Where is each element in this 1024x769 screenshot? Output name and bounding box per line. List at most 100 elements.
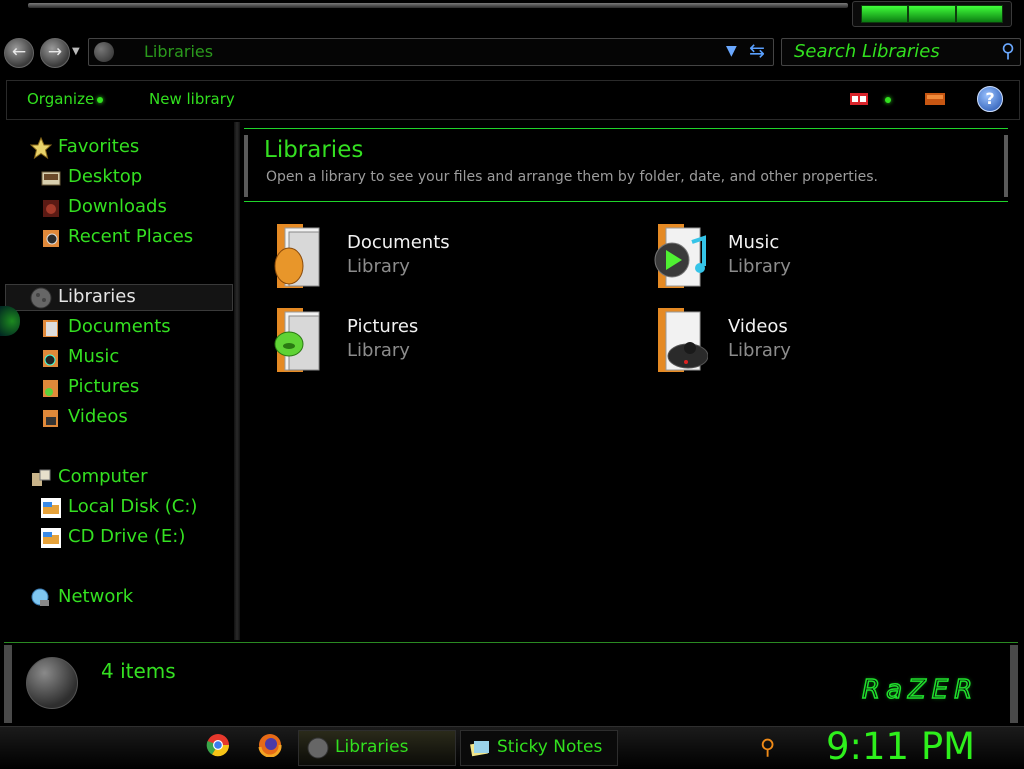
sidebar-item-computer[interactable]: Computer bbox=[32, 466, 148, 487]
sidebar-item-libraries[interactable]: Libraries bbox=[30, 286, 136, 309]
status-bracket-right bbox=[1010, 645, 1018, 723]
library-tile-pictures[interactable]: Pictures Library bbox=[271, 306, 601, 382]
network-icon bbox=[31, 588, 49, 606]
videos-icon bbox=[43, 410, 58, 427]
sidebar-item-documents[interactable]: Documents bbox=[43, 316, 171, 337]
sidebar-item-label: Network bbox=[58, 586, 134, 607]
address-bar[interactable]: Libraries ▼ ⇆ bbox=[88, 38, 774, 66]
library-name: Music bbox=[728, 232, 780, 253]
title-bar-line bbox=[28, 3, 848, 8]
library-type: Library bbox=[347, 340, 410, 361]
pane-divider[interactable] bbox=[234, 122, 240, 640]
libraries-icon bbox=[30, 287, 52, 309]
hard-disk-icon bbox=[41, 498, 61, 518]
library-tile-documents[interactable]: Documents Library bbox=[271, 222, 601, 298]
sidebar-item-label: Pictures bbox=[68, 376, 140, 397]
razer-logo: RaZER bbox=[861, 674, 979, 706]
taskbar: Libraries Sticky Notes ⚲ 9:11 PM bbox=[0, 725, 1024, 769]
library-name: Videos bbox=[728, 316, 788, 337]
forward-arrow-icon[interactable]: → bbox=[40, 38, 70, 68]
taskbar-app-libraries[interactable]: Libraries bbox=[298, 730, 456, 766]
search-placeholder: Search Libraries bbox=[794, 41, 940, 62]
clock[interactable]: 9:11 PM bbox=[826, 725, 975, 768]
sidebar-item-music[interactable]: Music bbox=[43, 346, 120, 367]
sidebar-item-local-disk[interactable]: Local Disk (C:) bbox=[41, 496, 198, 518]
library-name: Documents bbox=[347, 232, 450, 253]
sidebar-item-recent-places[interactable]: Recent Places bbox=[43, 226, 194, 247]
sidebar-item-pictures[interactable]: Pictures bbox=[43, 376, 140, 397]
sidebar-item-label: CD Drive (E:) bbox=[68, 526, 186, 547]
chrome-icon[interactable] bbox=[206, 733, 230, 757]
libraries-icon bbox=[307, 737, 329, 759]
sidebar-item-label: Videos bbox=[68, 406, 128, 427]
preview-pane-icon[interactable] bbox=[925, 92, 945, 106]
sidebar-item-label: Computer bbox=[58, 466, 148, 487]
view-options-icon[interactable] bbox=[849, 92, 869, 106]
maximize-button[interactable] bbox=[908, 5, 956, 23]
recent-pages-dropdown-icon[interactable]: ▼ bbox=[72, 46, 80, 57]
library-header: Libraries Open a library to see your fil… bbox=[244, 128, 1008, 202]
header-bracket-right bbox=[1004, 135, 1008, 197]
videos-folder-icon bbox=[658, 308, 708, 372]
command-toolbar: Organize New library ? bbox=[6, 80, 1020, 120]
library-tile-videos[interactable]: Videos Library bbox=[652, 306, 982, 382]
details-pane: 4 items RaZER bbox=[4, 642, 1018, 727]
sidebar-item-videos[interactable]: Videos bbox=[43, 406, 128, 427]
libraries-large-icon bbox=[26, 657, 78, 709]
library-type: Library bbox=[728, 256, 791, 277]
sidebar-item-downloads[interactable]: Downloads bbox=[43, 196, 167, 217]
help-icon[interactable]: ? bbox=[977, 86, 1003, 112]
search-icon[interactable]: ⚲ bbox=[1001, 40, 1015, 62]
library-name: Pictures bbox=[347, 316, 419, 337]
close-button[interactable] bbox=[956, 5, 1003, 23]
sticky-notes-icon bbox=[470, 741, 489, 757]
library-type: Library bbox=[347, 256, 410, 277]
address-dropdown-icon[interactable]: ▼ bbox=[726, 43, 737, 59]
search-input[interactable]: Search Libraries ⚲ bbox=[781, 38, 1021, 66]
window-controls[interactable] bbox=[852, 1, 1012, 27]
pictures-icon bbox=[43, 380, 58, 397]
desktop-icon bbox=[41, 171, 61, 186]
refresh-icon[interactable]: ⇆ bbox=[749, 40, 765, 62]
library-tile-music[interactable]: Music Library bbox=[652, 222, 982, 298]
sidebar-item-label: Downloads bbox=[68, 196, 167, 217]
taskbar-app-sticky-notes[interactable]: Sticky Notes bbox=[460, 730, 618, 766]
music-folder-icon bbox=[654, 224, 706, 288]
view-dropdown-icon[interactable] bbox=[885, 97, 891, 103]
sidebar-item-favorites[interactable]: Favorites bbox=[30, 136, 140, 159]
title-bar bbox=[0, 0, 1024, 32]
sidebar-item-label: Recent Places bbox=[68, 226, 194, 247]
documents-folder-icon bbox=[274, 224, 320, 288]
sidebar-item-label: Documents bbox=[68, 316, 171, 337]
sidebar-item-label: Local Disk (C:) bbox=[68, 496, 198, 517]
library-type: Library bbox=[728, 340, 791, 361]
taskbar-app-label: Sticky Notes bbox=[497, 737, 603, 757]
status-bracket-left bbox=[4, 645, 12, 723]
sidebar-item-cd-drive[interactable]: CD Drive (E:) bbox=[41, 526, 186, 548]
organize-dropdown-icon[interactable] bbox=[97, 97, 103, 103]
sidebar-item-label: Music bbox=[68, 346, 120, 367]
sidebar-item-label: Libraries bbox=[58, 286, 136, 307]
search-icon[interactable]: ⚲ bbox=[760, 735, 775, 759]
item-count: 4 items bbox=[101, 659, 176, 683]
sidebar-item-desktop[interactable]: Desktop bbox=[41, 166, 143, 187]
cd-drive-icon bbox=[41, 528, 61, 548]
recent-places-icon bbox=[43, 230, 59, 247]
sidebar-item-label: Favorites bbox=[58, 136, 140, 157]
documents-icon bbox=[43, 320, 58, 337]
organize-button[interactable]: Organize bbox=[27, 90, 94, 108]
sidebar-item-network[interactable]: Network bbox=[31, 586, 134, 607]
libraries-icon bbox=[94, 42, 114, 62]
minimize-button[interactable] bbox=[861, 5, 908, 23]
page-title: Libraries bbox=[264, 137, 364, 163]
new-library-button[interactable]: New library bbox=[149, 90, 235, 108]
star-icon bbox=[30, 137, 52, 159]
page-subtitle: Open a library to see your files and arr… bbox=[266, 169, 878, 185]
downloads-icon bbox=[43, 200, 59, 217]
firefox-icon[interactable] bbox=[258, 733, 282, 757]
back-arrow-icon[interactable]: ← bbox=[4, 38, 34, 68]
header-bracket-left bbox=[244, 135, 248, 197]
sidebar-item-label: Desktop bbox=[68, 166, 143, 187]
computer-icon bbox=[32, 469, 51, 486]
taskbar-app-label: Libraries bbox=[335, 737, 409, 757]
